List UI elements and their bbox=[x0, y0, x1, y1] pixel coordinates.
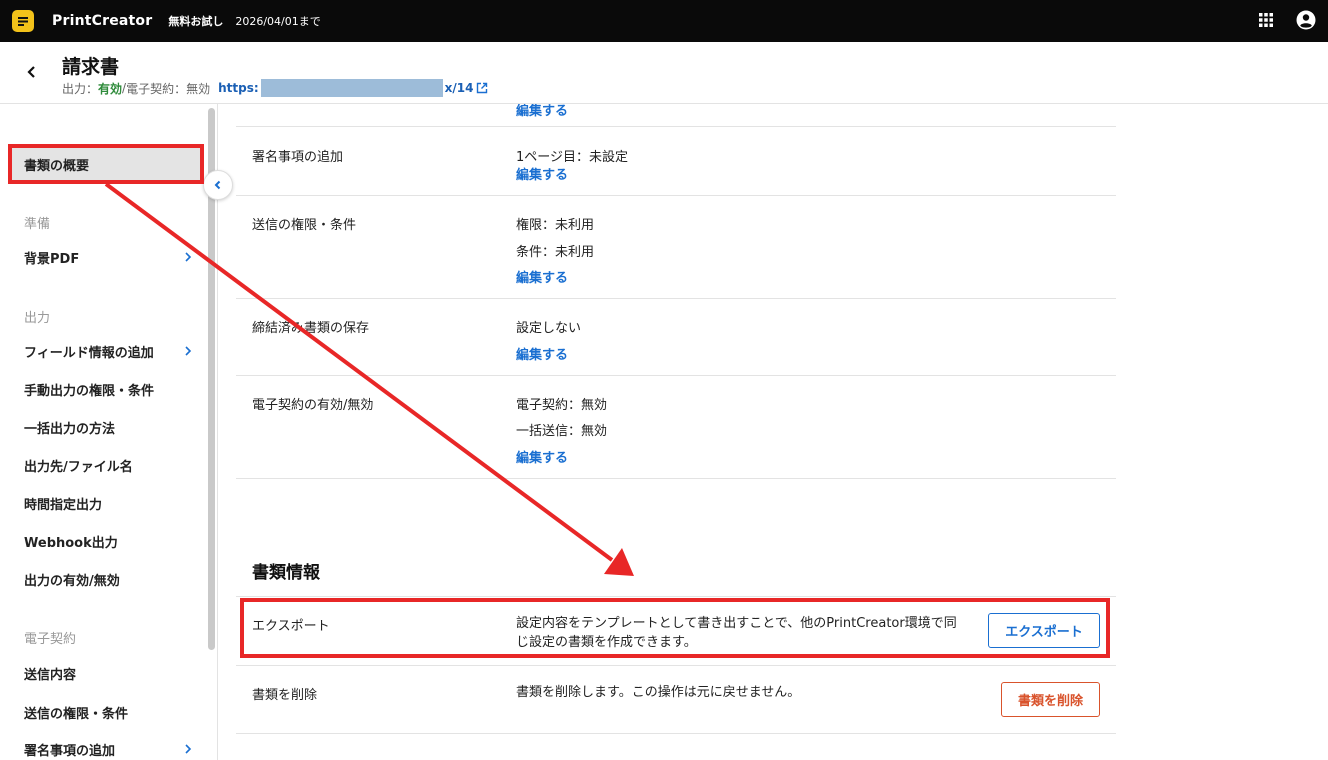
annotation-arrow bbox=[104, 182, 634, 576]
